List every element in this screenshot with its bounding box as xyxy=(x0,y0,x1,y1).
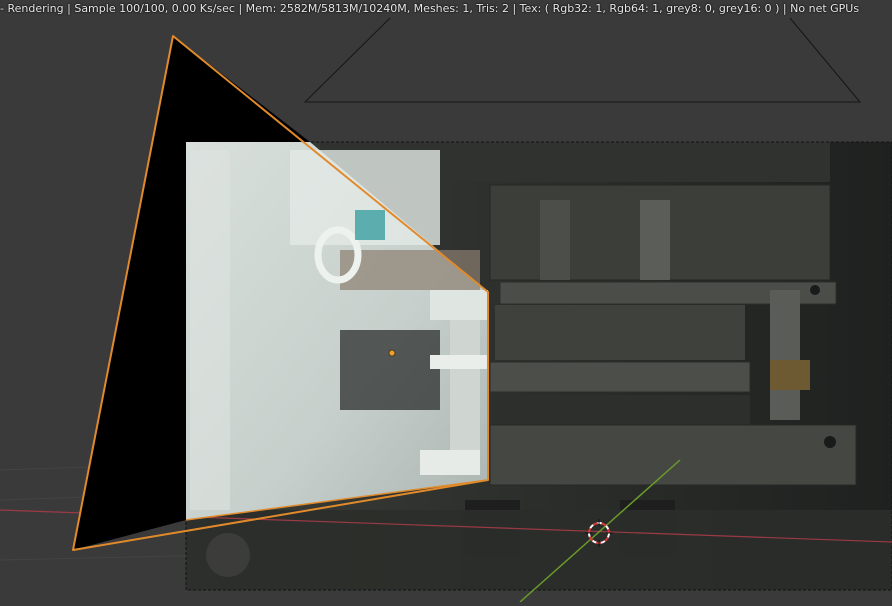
viewport-canvas[interactable] xyxy=(0,0,892,603)
3d-viewport[interactable] xyxy=(0,0,892,603)
render-status-text: - Rendering | Sample 100/100, 0.00 Ks/se… xyxy=(0,2,860,15)
camera-frustum-outline xyxy=(303,17,862,103)
object-origin-icon[interactable] xyxy=(388,349,396,357)
